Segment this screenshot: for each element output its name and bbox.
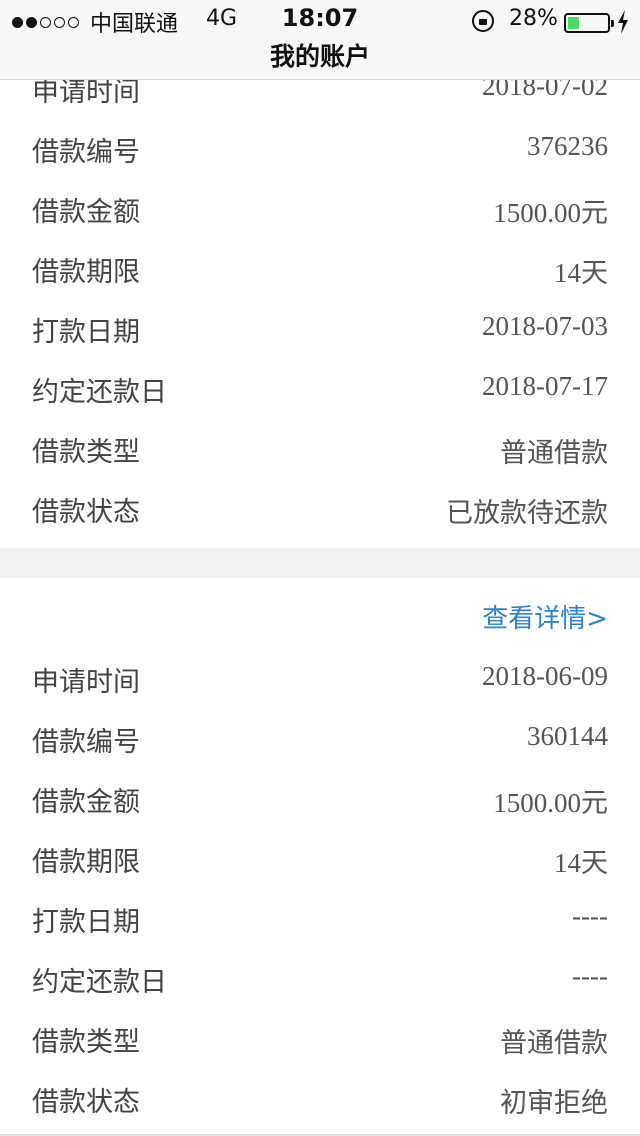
row-label: 借款编号 <box>32 727 140 758</box>
row-value: 已放款待还款 <box>446 498 608 528</box>
row-value: 2018-06-09 <box>482 661 608 691</box>
row-value: 14天 <box>554 258 608 288</box>
row-label: 借款期限 <box>32 257 140 288</box>
battery-icon <box>564 13 614 33</box>
loan-row-type: 借款类型 普通借款 <box>0 1008 640 1068</box>
status-bar: 中国联通 4G 18:07 28% <box>0 4 640 38</box>
loan-row-due-date: 约定还款日 ---- <box>0 948 640 1008</box>
row-value: 初审拒绝 <box>500 1088 608 1118</box>
row-value: 普通借款 <box>500 1028 608 1058</box>
row-label: 借款金额 <box>32 787 140 818</box>
loan-row-amount: 借款金额 1500.00元 <box>0 178 640 238</box>
row-value: ---- <box>572 901 608 931</box>
loan-row-type: 借款类型 普通借款 <box>0 418 640 478</box>
detail-row: 查看详情> <box>0 578 640 638</box>
row-value: 14天 <box>554 848 608 878</box>
loan-row-disburse-date: 打款日期 2018-07-03 <box>0 298 640 358</box>
row-value: 1500.00元 <box>493 198 608 228</box>
battery-percent: 28% <box>509 6 558 31</box>
row-value: 360144 <box>527 721 608 751</box>
row-label: 约定还款日 <box>32 967 167 998</box>
row-value: 1500.00元 <box>493 788 608 818</box>
row-label: 申请时间 <box>32 667 140 698</box>
page-title: 我的账户 <box>269 42 370 71</box>
row-label: 借款金额 <box>32 197 140 228</box>
rotation-lock-icon <box>472 10 494 32</box>
row-label: 借款状态 <box>32 497 140 528</box>
row-value: 2018-07-03 <box>482 311 608 341</box>
loan-row-amount: 借款金额 1500.00元 <box>0 768 640 828</box>
loan-row-due-date: 约定还款日 2018-07-17 <box>0 358 640 418</box>
row-value: 普通借款 <box>500 438 608 468</box>
loan-row-status: 借款状态 初审拒绝 <box>0 1068 640 1128</box>
loan-row-term: 借款期限 14天 <box>0 828 640 888</box>
row-label: 借款期限 <box>32 847 140 878</box>
nav-header: 中国联通 4G 18:07 28% 我的账户 <box>0 0 640 80</box>
loan-row-apply-time: 申请时间 2018-06-09 <box>0 648 640 708</box>
loan-card-2: 查看详情> 申请时间 2018-06-09 借款编号 360144 借款金额 1… <box>0 578 640 1134</box>
row-label: 打款日期 <box>32 317 140 348</box>
loan-card-1: 申请时间 2018-07-02 借款编号 376236 借款金额 1500.00… <box>0 58 640 548</box>
row-label: 打款日期 <box>32 907 140 938</box>
row-label: 借款状态 <box>32 1087 140 1118</box>
row-value: ---- <box>572 961 608 991</box>
view-details-link[interactable]: 查看详情> <box>482 598 608 635</box>
loan-row-status: 借款状态 已放款待还款 <box>0 478 640 538</box>
charging-bolt-icon <box>618 10 628 34</box>
row-value: 376236 <box>527 131 608 161</box>
battery-level-fill <box>568 17 579 29</box>
row-label: 借款编号 <box>32 137 140 168</box>
loan-row-loan-number: 借款编号 376236 <box>0 118 640 178</box>
loan-row-term: 借款期限 14天 <box>0 238 640 298</box>
row-label: 约定还款日 <box>32 377 167 408</box>
loan-row-disburse-date: 打款日期 ---- <box>0 888 640 948</box>
loan-row-loan-number: 借款编号 360144 <box>0 708 640 768</box>
row-label: 借款类型 <box>32 437 140 468</box>
row-value: 2018-07-17 <box>482 371 608 401</box>
row-label: 借款类型 <box>32 1027 140 1058</box>
